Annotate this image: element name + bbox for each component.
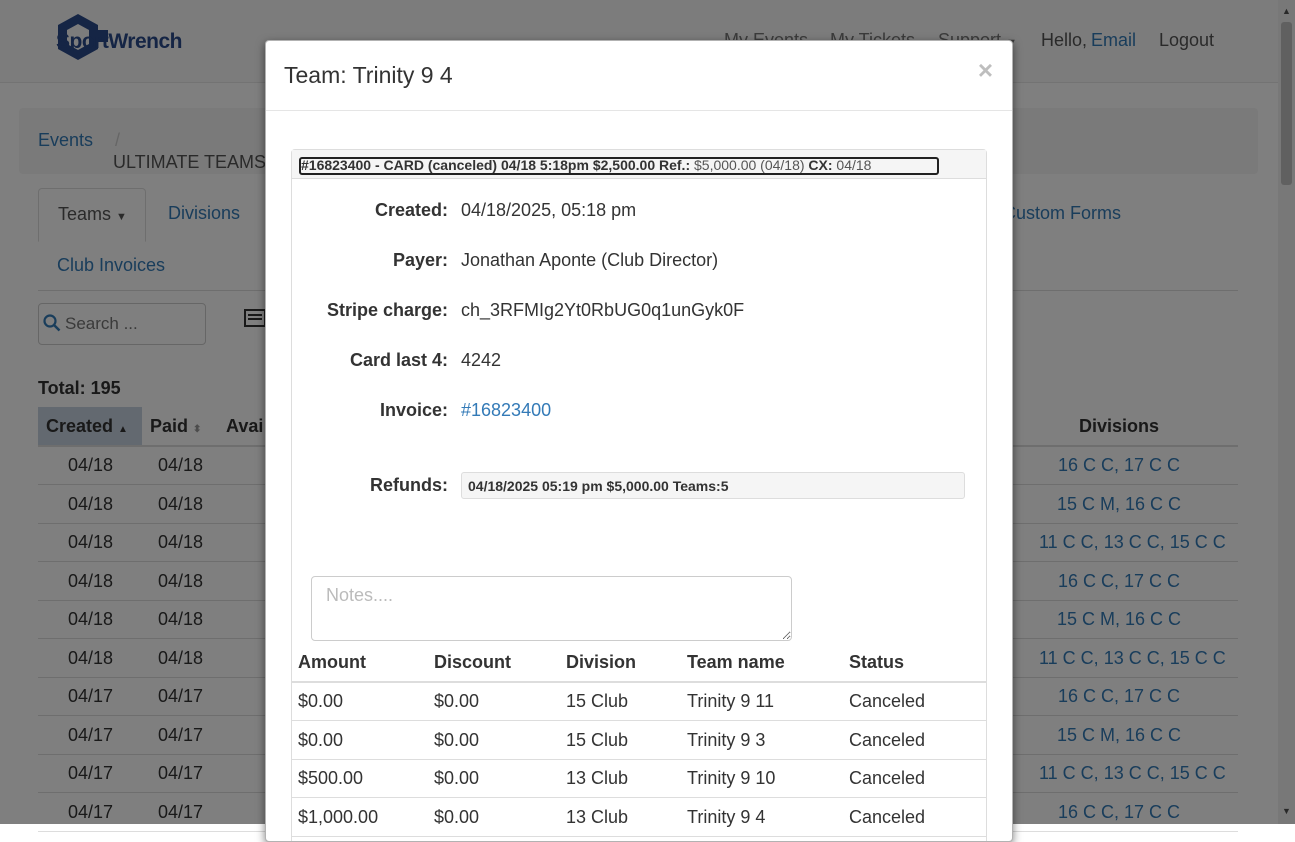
close-icon[interactable]: × <box>978 55 993 86</box>
payment-summary[interactable]: #16823400 - CARD (canceled) 04/18 5:18pm… <box>299 157 939 175</box>
team-row: $500.00 $0.00 13 Club Trinity 9 10 Canceled <box>291 759 987 798</box>
cell-discount: $0.00 <box>434 806 480 827</box>
refund-entry: 04/18/2025 05:19 pm $5,000.00 Teams:5 <box>461 472 965 499</box>
cell-division: 13 Club <box>566 768 629 788</box>
invoice-label: Invoice: <box>379 400 448 420</box>
modal-title: Team: Trinity 9 4 <box>284 62 453 88</box>
team-modal: Team: Trinity 9 4 × #16823400 - CARD (ca… <box>265 40 1013 842</box>
cell-division: 15 Club <box>566 729 629 750</box>
cell-status: Canceled <box>849 806 926 827</box>
payer-value: Jonathan Aponte (Club Director) <box>461 250 719 270</box>
cell-team: Trinity 9 4 <box>687 806 766 827</box>
col-status: Status <box>849 652 905 672</box>
cell-team: Trinity 9 10 <box>687 768 776 788</box>
team-row: $0.00 $0.00 15 Club Trinity 9 11 Canceled <box>291 682 987 721</box>
cell-division: 13 Club <box>566 806 629 827</box>
invoice-link[interactable]: #16823400 <box>461 400 551 421</box>
cell-team: Trinity 9 3 <box>687 729 766 750</box>
cell-status: Canceled <box>849 768 926 788</box>
cell-team: Trinity 9 11 <box>687 691 775 711</box>
stripe-charge-value: ch_3RFMIg2Yt0RbUG0q1unGyk0F <box>461 300 745 320</box>
stripe-charge-label: Stripe charge: <box>326 300 448 320</box>
col-team-name: Team name <box>687 652 785 672</box>
payment-heading[interactable]: #16823400 - CARD (canceled) 04/18 5:18pm… <box>292 150 986 179</box>
payer-label: Payer: <box>392 250 448 270</box>
refunds-label: Refunds: <box>370 475 448 495</box>
cell-status: Canceled <box>849 729 926 750</box>
cell-discount: $0.00 <box>434 729 480 750</box>
cell-discount: $0.00 <box>434 768 480 788</box>
cell-amount: $500.00 <box>298 768 364 788</box>
card-last4-value: 4242 <box>461 350 502 370</box>
card-last4-label: Card last 4: <box>349 350 448 370</box>
col-division: Division <box>566 652 637 672</box>
cell-amount: $1,000.00 <box>298 806 379 827</box>
modal-header: Team: Trinity 9 4 × <box>266 41 1012 111</box>
team-row: $1,000.00 $0.00 13 Club Trinity 9 4 Canceled <box>291 798 987 837</box>
cell-amount: $0.00 <box>298 691 344 711</box>
cell-discount: $0.00 <box>434 691 480 711</box>
cell-division: 15 Club <box>566 691 629 711</box>
notes-textarea[interactable] <box>311 576 792 641</box>
teams-table-header: Amount Discount Division Team name Statu… <box>291 649 987 683</box>
cell-amount: $0.00 <box>298 729 344 750</box>
created-label: Created: <box>374 200 448 220</box>
col-discount: Discount <box>434 652 512 672</box>
team-row: $0.00 $0.00 15 Club Trinity 9 3 Canceled <box>291 721 987 760</box>
col-amount: Amount <box>298 652 366 672</box>
created-value: 04/18/2025, 05:18 pm <box>461 200 637 220</box>
cell-status: Canceled <box>849 691 926 711</box>
